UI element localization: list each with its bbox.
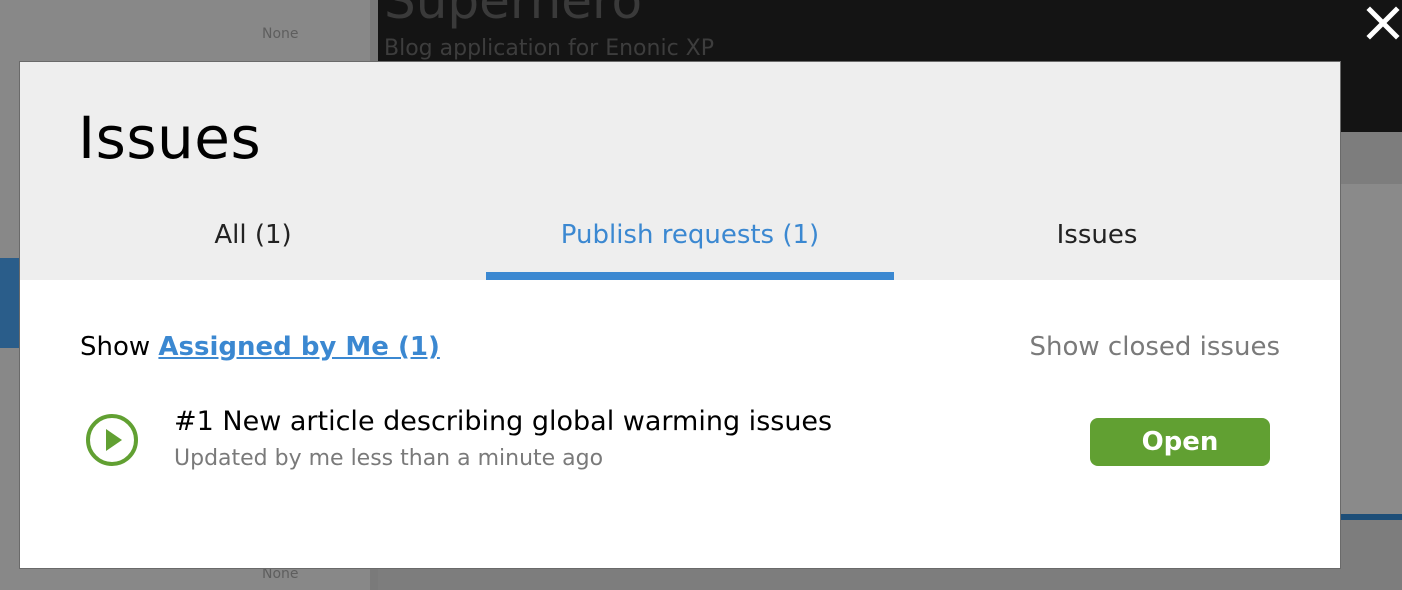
background-divider <box>1340 514 1402 520</box>
status-badge[interactable]: Open <box>1090 418 1270 466</box>
tab-publish-requests[interactable]: Publish requests (1) <box>486 198 894 280</box>
close-button[interactable] <box>1362 0 1402 44</box>
issue-meta: Updated by me less than a minute ago <box>174 446 604 471</box>
background-panel <box>1340 184 1402 514</box>
background-faint-label: None <box>262 566 299 582</box>
dialog-title: Issues <box>78 104 262 172</box>
show-closed-issues-link[interactable]: Show closed issues <box>1030 332 1281 362</box>
active-tab-indicator <box>486 272 894 280</box>
issues-dialog: Issues All (1) Publish requests (1) Issu… <box>20 62 1340 568</box>
background-accent <box>0 258 20 348</box>
filter-row: Show Assigned by Me (1) Show closed issu… <box>80 332 1280 372</box>
filter-prefix: Show <box>80 332 151 362</box>
background-app-title: Superhero <box>384 0 643 30</box>
assigned-filter-link[interactable]: Assigned by Me (1) <box>158 332 439 362</box>
tab-all[interactable]: All (1) <box>20 198 486 280</box>
dialog-header: Issues All (1) Publish requests (1) Issu… <box>20 62 1340 280</box>
issue-list-item[interactable]: #1 New article describing global warming… <box>80 402 1280 482</box>
issue-title: #1 New article describing global warming… <box>174 406 833 437</box>
tab-issues[interactable]: Issues <box>894 198 1300 280</box>
play-circle-icon <box>86 414 138 466</box>
background-faint-label: None <box>262 26 299 42</box>
close-icon <box>1366 6 1400 40</box>
background-app-subtitle: Blog application for Enonic XP <box>384 36 714 61</box>
